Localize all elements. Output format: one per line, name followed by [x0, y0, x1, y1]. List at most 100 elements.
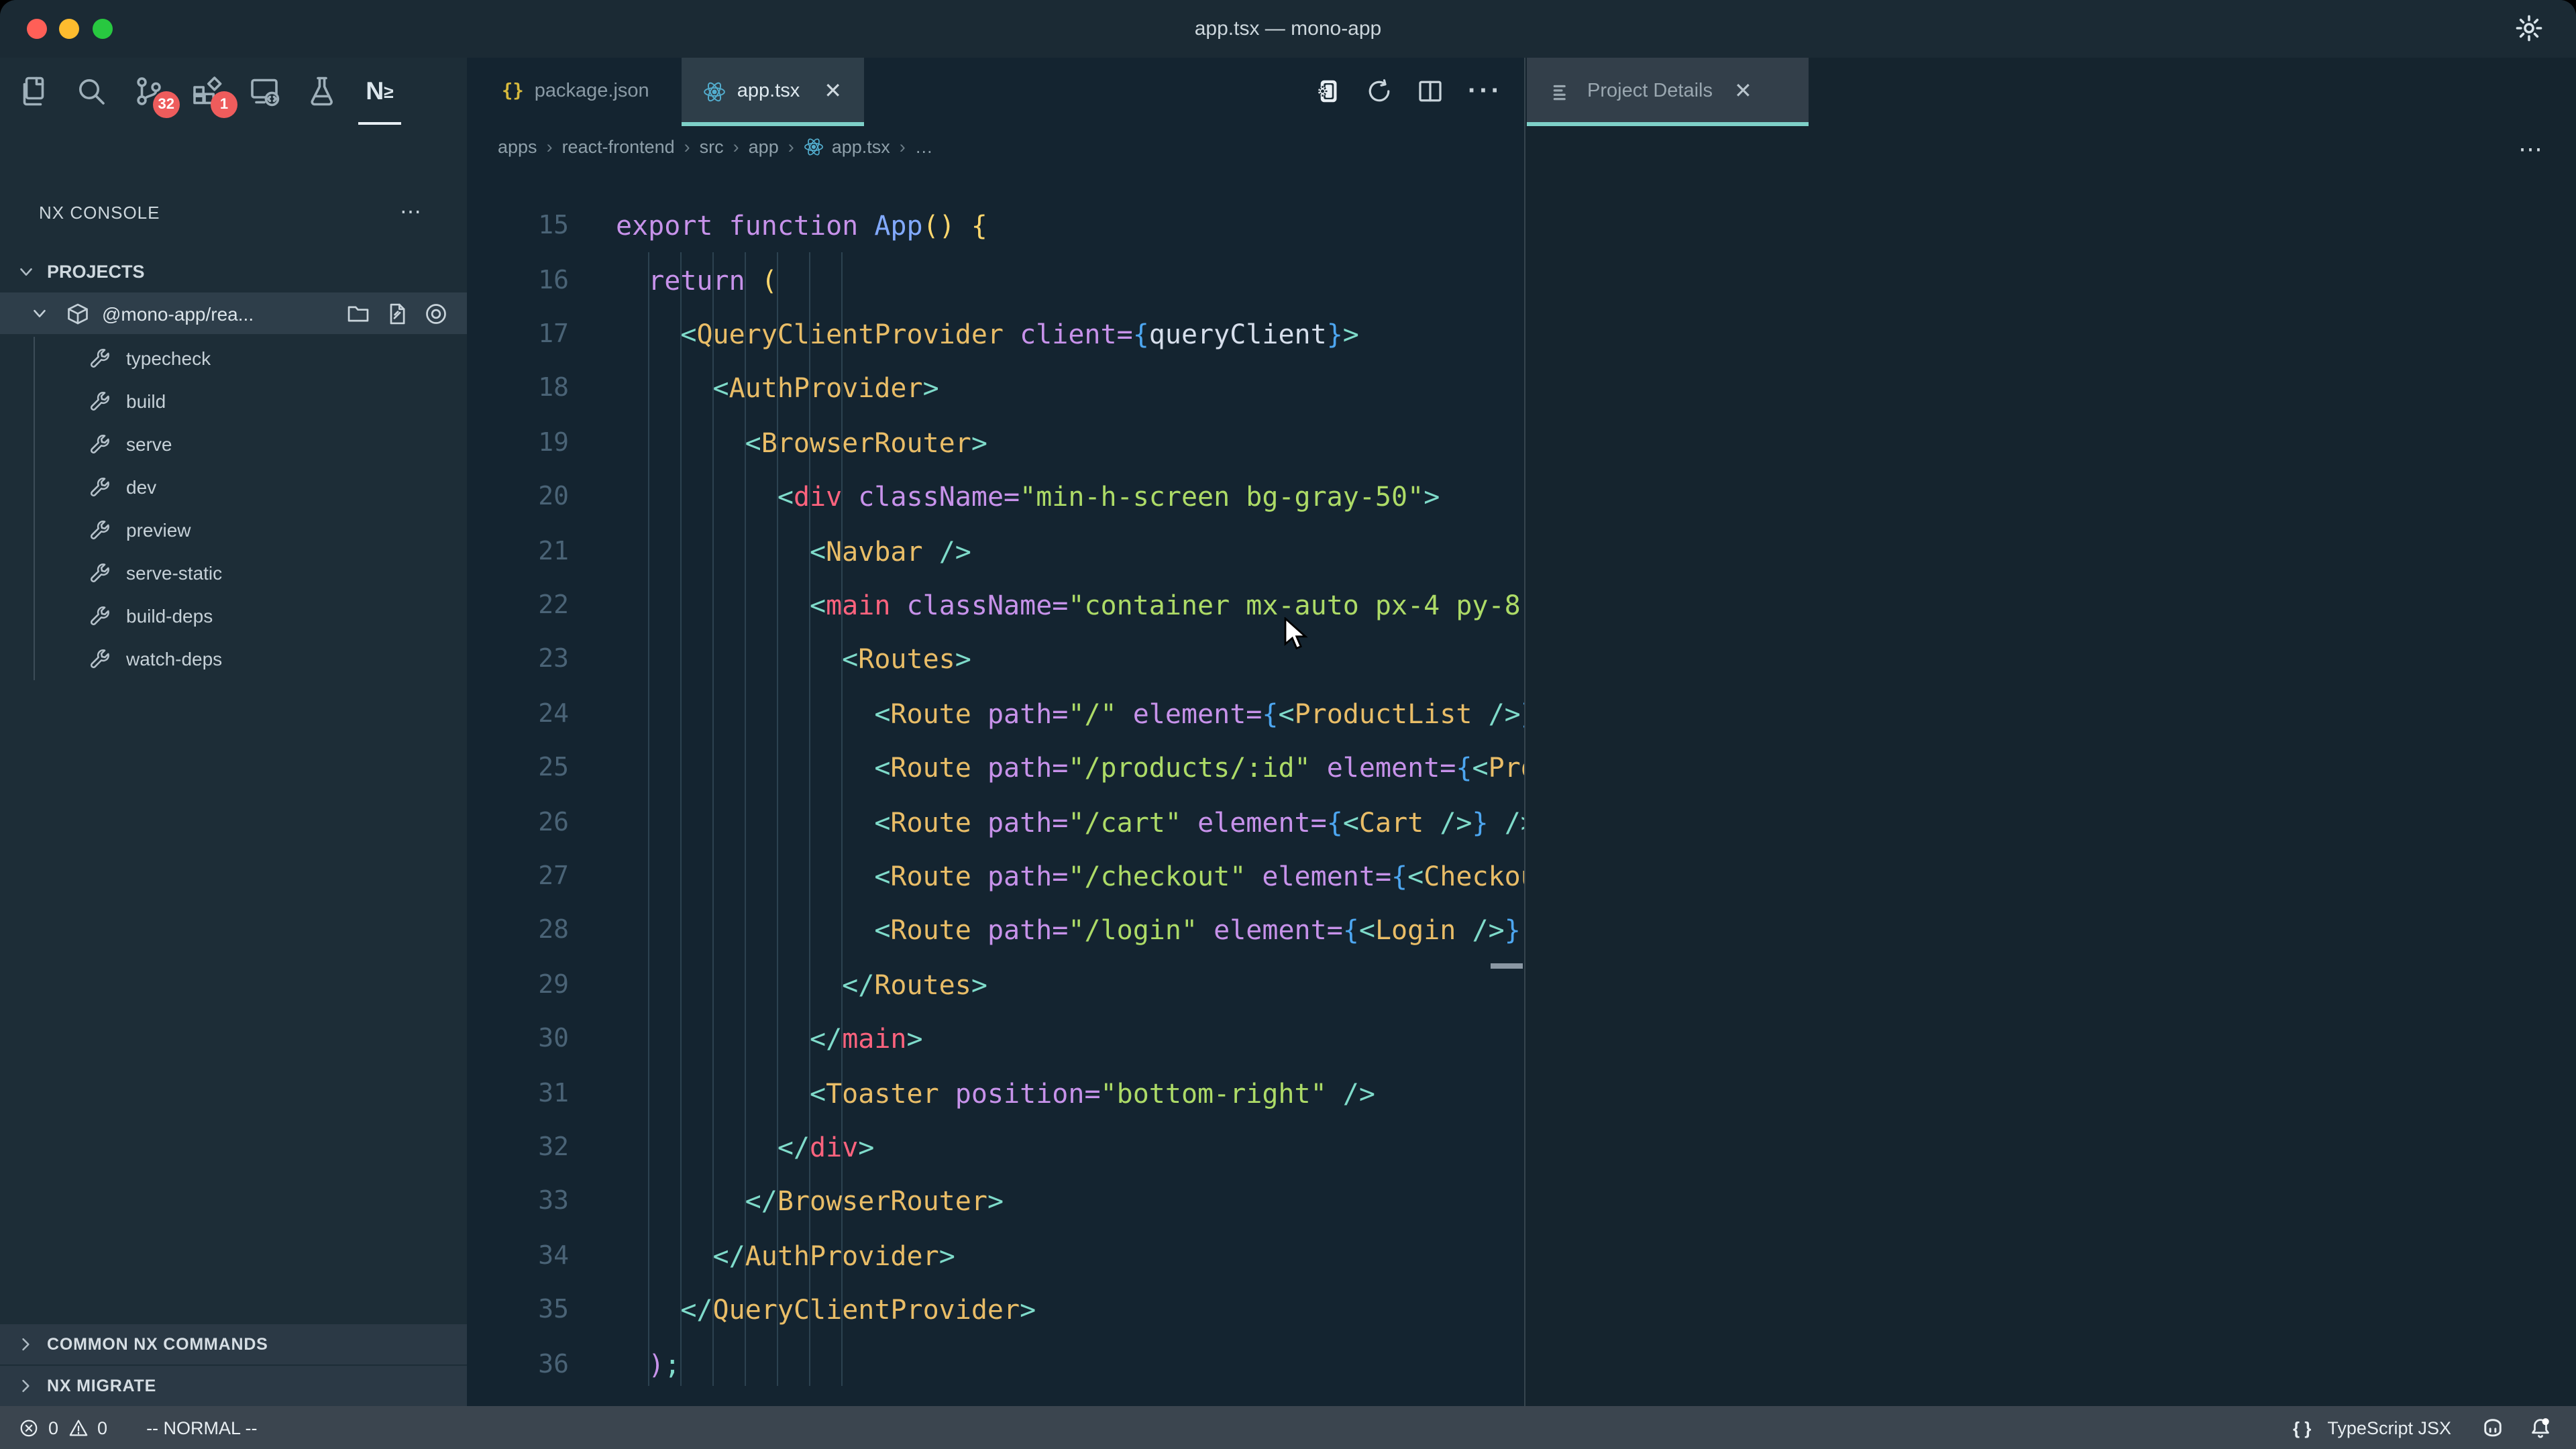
code-text: <Navbar />	[616, 535, 971, 567]
code-text: <Route path="/checkout" element={<Checko…	[616, 860, 1524, 892]
errors-count[interactable]: 0	[48, 1417, 58, 1438]
code-text: </Routes>	[616, 969, 987, 1001]
breadcrumb-separator: ›	[733, 136, 739, 156]
code-text: <Route path="/" element={<ProductList />…	[616, 698, 1524, 730]
wrench-icon	[89, 647, 111, 670]
code-text: export function App() {	[616, 209, 987, 241]
language-mode[interactable]: TypeScript JSX	[2327, 1417, 2451, 1438]
task-label: preview	[126, 519, 191, 541]
tab-package-json[interactable]: {}package.json	[480, 58, 671, 125]
section-label: NX MIGRATE	[47, 1377, 156, 1395]
code-line: 31 <Toaster position="bottom-right" />	[467, 1066, 1505, 1120]
sidebar-task-serve[interactable]: serve	[0, 423, 467, 466]
breadcrumb-part[interactable]: apps	[498, 136, 537, 156]
code-text: <Route path="/login" element={<Login />}…	[616, 914, 1524, 947]
projects-section-header[interactable]: PROJECTS	[0, 251, 467, 291]
language-braces-icon: { }	[2293, 1417, 2311, 1438]
breadcrumb-file[interactable]: app.tsx	[832, 136, 890, 156]
badge-count: 1	[211, 91, 237, 118]
activity-item-beaker[interactable]	[305, 74, 339, 109]
sidebar-section-common-nx-commands[interactable]: COMMON NX COMMANDS	[0, 1323, 467, 1364]
chevron-down-icon	[30, 303, 50, 323]
line-number: 17	[467, 319, 569, 349]
sidebar-item-project[interactable]: @mono-app/rea...	[0, 292, 467, 334]
tab-app-tsx[interactable]: app.tsx✕	[682, 58, 863, 125]
code-text: return (	[616, 264, 777, 296]
section-label: COMMON NX COMMANDS	[47, 1335, 268, 1354]
activity-item-source-control[interactable]: 32	[131, 74, 166, 109]
line-number: 35	[467, 1295, 569, 1324]
line-number: 36	[467, 1349, 569, 1379]
line-number: 28	[467, 916, 569, 945]
breadcrumb-part[interactable]: src	[700, 136, 724, 156]
sidebar-section-nx-migrate[interactable]: NX MIGRATE	[0, 1364, 467, 1406]
breadcrumb[interactable]: apps›react-frontend›src›app›app.tsx›…	[467, 126, 1524, 166]
copilot-icon[interactable]	[2481, 1415, 2505, 1440]
code-text: </QueryClientProvider>	[616, 1293, 1036, 1326]
close-icon[interactable]: ✕	[824, 78, 842, 105]
line-number: 30	[467, 1024, 569, 1053]
react-icon	[804, 136, 824, 156]
close-icon[interactable]: ✕	[1734, 78, 1752, 105]
task-label: serve-static	[126, 562, 222, 584]
tab-label: Project Details	[1587, 80, 1713, 102]
wrench-icon	[89, 561, 111, 584]
code-editor[interactable]: 15export function App() {16 return (17 <…	[467, 166, 1524, 1406]
code-text: </AuthProvider>	[616, 1240, 955, 1272]
panel-more-actions[interactable]: ⋯	[2518, 115, 2546, 182]
activity-item-remote-explorer[interactable]	[247, 74, 282, 109]
file-config-icon[interactable]	[385, 301, 409, 325]
line-number: 29	[467, 970, 569, 1000]
refresh-icon[interactable]	[1366, 78, 1393, 105]
projects-section-label: PROJECTS	[47, 261, 145, 281]
line-number: 24	[467, 699, 569, 729]
tab-project-details[interactable]: Project Details ✕	[1527, 58, 1809, 125]
sidebar-task-watch-deps[interactable]: watch-deps	[0, 637, 467, 680]
chevron-down-icon	[16, 261, 36, 281]
window-title: app.tsx — mono-app	[0, 0, 2576, 58]
warnings-icon[interactable]	[68, 1417, 88, 1438]
wrench-icon	[89, 347, 111, 370]
bullseye-icon[interactable]	[424, 301, 448, 325]
breadcrumb-part[interactable]: react-frontend	[562, 136, 675, 156]
warnings-count[interactable]: 0	[97, 1417, 107, 1438]
code-line: 30 </main>	[467, 1012, 1505, 1066]
sidebar-task-serve-static[interactable]: serve-static	[0, 551, 467, 594]
code-line: 23 <Routes>	[467, 632, 1505, 686]
activity-item-search[interactable]	[74, 74, 109, 109]
split-editor-icon[interactable]	[1417, 78, 1444, 105]
sidebar-task-build-deps[interactable]: build-deps	[0, 594, 467, 637]
folder-icon[interactable]	[346, 301, 370, 325]
breadcrumb-tail[interactable]: …	[915, 136, 933, 156]
line-number: 19	[467, 428, 569, 458]
badge-count: 32	[153, 91, 180, 118]
errors-icon[interactable]	[19, 1417, 39, 1438]
chevron-right-icon	[16, 1377, 35, 1395]
nx-run-icon[interactable]	[1315, 78, 1342, 105]
breadcrumb-part[interactable]: app	[749, 136, 779, 156]
sidebar-task-preview[interactable]: preview	[0, 508, 467, 551]
bell-icon[interactable]	[2529, 1416, 2552, 1439]
settings-gear-icon[interactable]	[2514, 13, 2544, 43]
sidebar-more-actions[interactable]: ⋯	[400, 199, 424, 225]
activity-item-files[interactable]	[16, 74, 51, 109]
code-line: 28 <Route path="/login" element={<Login …	[467, 903, 1505, 957]
ellipsis-icon[interactable]: ···	[1468, 76, 1503, 107]
task-label: watch-deps	[126, 648, 222, 669]
overview-ruler-marker	[1491, 963, 1523, 969]
sidebar-task-dev[interactable]: dev	[0, 466, 467, 508]
code-line: 17 <QueryClientProvider client={queryCli…	[467, 307, 1505, 362]
activity-item-extensions[interactable]: 1	[189, 74, 224, 109]
wrench-icon	[89, 390, 111, 413]
code-text: <BrowserRouter>	[616, 427, 987, 459]
package-icon	[66, 301, 90, 325]
list-icon	[1551, 80, 1574, 103]
activity-item-nx-console[interactable]: N≥	[362, 74, 397, 109]
task-label: build	[126, 390, 166, 412]
line-number: 23	[467, 645, 569, 674]
sidebar-task-typecheck[interactable]: typecheck	[0, 337, 467, 380]
sidebar-task-build[interactable]: build	[0, 380, 467, 423]
wrench-icon	[89, 604, 111, 627]
react-icon	[704, 80, 727, 103]
line-number: 16	[467, 265, 569, 294]
